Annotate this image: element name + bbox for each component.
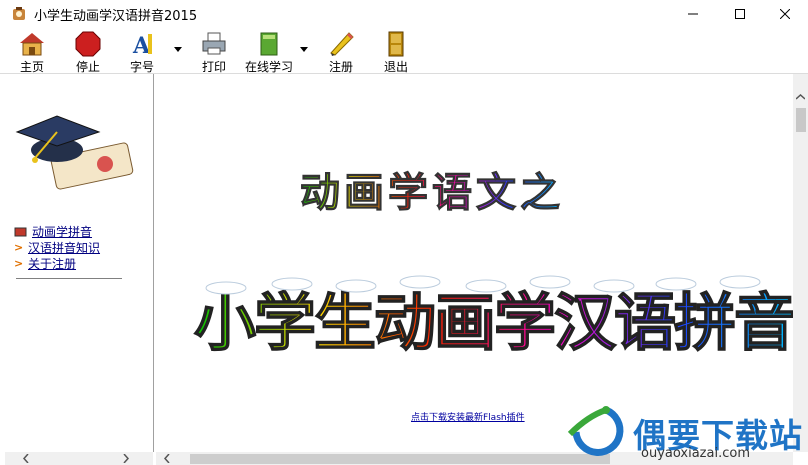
toolbar-exit-button[interactable]: 退出 — [378, 31, 414, 74]
main-content: 动画学语文之 小学生动画学汉语拼音 — [156, 74, 797, 452]
close-button[interactable] — [762, 0, 808, 28]
flash-download-link[interactable]: 点击下载安装最新Flash插件 — [411, 410, 525, 423]
title-banner: 动画学语文之 小学生动画学汉语拼音 — [193, 170, 797, 360]
maximize-button[interactable] — [717, 0, 763, 28]
close-icon — [780, 9, 790, 19]
sidebar-divider — [16, 278, 122, 279]
toolbar-online-study-button[interactable]: 在线学习 — [241, 31, 297, 74]
minimize-button[interactable] — [670, 0, 716, 28]
toolbar: 主页 停止 A 字号 打印 在线学习 注册 退出 — [0, 28, 808, 74]
subtitle-text: 动画学语文之 — [300, 170, 564, 216]
window-title: 小学生动画学汉语拼音2015 — [34, 9, 198, 24]
vertical-scroll-thumb[interactable] — [796, 108, 806, 132]
watermark-logo-icon — [567, 406, 624, 456]
main-title-text: 小学生动画学汉语拼音 — [194, 286, 793, 359]
horizontal-scroll-thumb[interactable] — [190, 454, 610, 464]
toolbar-fontsize-button[interactable]: A 字号 — [124, 31, 160, 74]
home-icon — [20, 33, 44, 56]
scroll-up-icon[interactable] — [796, 94, 805, 100]
toolbar-stop-button[interactable]: 停止 — [70, 31, 106, 74]
left-horizontal-scrollbar[interactable] — [5, 452, 153, 465]
scroll-left-icon[interactable] — [164, 454, 170, 463]
toolbar-register-button[interactable]: 注册 — [323, 31, 359, 74]
pencil-icon — [330, 32, 354, 56]
stop-icon — [75, 31, 101, 57]
sidebar-item-about-register[interactable]: > 关于注册 — [14, 256, 100, 272]
sidebar-item-pinyin-knowledge[interactable]: > 汉语拼音知识 — [14, 240, 100, 256]
online-study-dropdown-arrow[interactable] — [300, 47, 308, 52]
app-icon — [13, 7, 25, 20]
toolbar-home-button[interactable]: 主页 — [14, 31, 50, 74]
fontsize-dropdown-arrow[interactable] — [174, 47, 182, 52]
sidebar-nav: 动画学拼音 > 汉语拼音知识 > 关于注册 — [14, 224, 100, 272]
scroll-left-icon[interactable] — [23, 454, 29, 463]
graduation-cap-diploma-icon — [15, 115, 134, 190]
maximize-icon — [735, 9, 745, 19]
book-icon — [260, 32, 278, 56]
scroll-right-icon[interactable] — [123, 454, 129, 463]
font-size-icon: A — [132, 33, 152, 57]
exit-icon — [388, 31, 404, 57]
printer-icon — [202, 32, 226, 55]
watermark-url: ouyaoxiazai.com — [641, 446, 750, 461]
sidebar-item-animated-pinyin[interactable]: 动画学拼音 — [14, 224, 100, 240]
minimize-icon — [688, 13, 698, 15]
book-bullet-icon — [14, 227, 27, 237]
toolbar-print-button[interactable]: 打印 — [196, 31, 232, 74]
title-bar: 小学生动画学汉语拼音2015 — [0, 0, 808, 28]
